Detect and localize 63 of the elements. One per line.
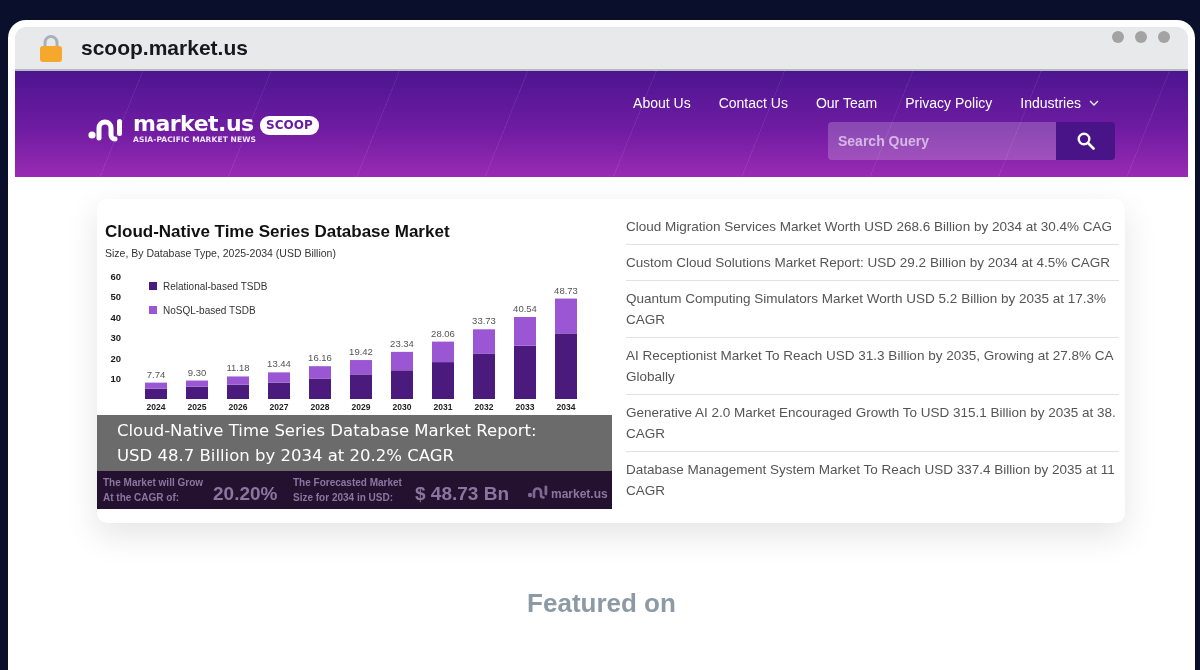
nav-dropdown[interactable]: Industries xyxy=(1020,92,1099,113)
y-tick-label: 10 xyxy=(110,373,121,384)
nav-link[interactable]: Our Team xyxy=(815,92,878,113)
footer-label: The Forecasted Market xyxy=(293,477,402,488)
bar-value-label: 7.74 xyxy=(146,368,166,380)
y-tick-label: 50 xyxy=(110,291,121,302)
post-link[interactable]: AI Receptionist Market To Reach USD 31.3 Billion by 2035, Growing at 27.8% CA Globally xyxy=(626,345,1119,387)
bar-value-label: 48.73 xyxy=(554,284,578,296)
lock-icon xyxy=(39,34,63,62)
chart-title: Cloud-Native Time Series Database Market xyxy=(105,222,450,241)
footer-label: Size for 2034 in USD: xyxy=(293,492,394,503)
x-tick-label: 2031 xyxy=(433,402,453,412)
y-tick-label: 40 xyxy=(110,311,121,323)
window-control-icon[interactable] xyxy=(1135,31,1147,43)
url-text: scoop.market.us xyxy=(81,36,248,60)
y-tick-label: 60 xyxy=(110,270,121,282)
x-tick-label: 2033 xyxy=(515,402,535,412)
nav-link[interactable]: About Us xyxy=(633,92,691,113)
legend-label: NoSQL-based TSDB xyxy=(163,305,256,316)
footer-value: $ 48.73 Bn xyxy=(415,483,509,504)
legend-label: Relational-based TSDB xyxy=(163,281,268,292)
x-tick-label: 2024 xyxy=(146,402,166,412)
bar-value-label: 28.06 xyxy=(431,327,455,339)
scoop-badge: SCOOP xyxy=(260,115,319,135)
chevron-down-icon xyxy=(1089,99,1099,106)
search-icon xyxy=(1076,131,1095,150)
x-tick-label: 2028 xyxy=(310,402,330,412)
post-link[interactable]: Custom Cloud Solutions Market Report: USD 29.2 Billion by 2034 at 4.5% CAGR xyxy=(626,252,1119,273)
featured-article-title[interactable]: Cloud-Native Time Series Database Market Report: USD 48.7 Billion by 2034 at 20.2% CAGR xyxy=(117,418,577,468)
bar-value-label: 16.16 xyxy=(308,352,332,364)
bar-value-label: 23.34 xyxy=(390,337,414,349)
chart-subtitle: Size, By Database Type, 2025-2034 (USD Billion) xyxy=(105,247,336,259)
footer-value: 20.20% xyxy=(213,483,278,504)
nav-link[interactable]: Privacy Policy xyxy=(905,92,993,113)
footer-label: The Market will Grow xyxy=(103,477,204,488)
y-tick-label: 20 xyxy=(110,352,121,364)
post-link[interactable]: Quantum Computing Simulators Market Worth USD 5.2 Billion by 2035 at 17.3% CAGR xyxy=(626,288,1119,330)
bar-value-label: 13.44 xyxy=(267,358,291,370)
x-tick-label: 2032 xyxy=(474,402,494,412)
brand-logo-icon xyxy=(527,485,548,499)
window-control-icon[interactable] xyxy=(1158,31,1170,43)
window-control-icon[interactable] xyxy=(1112,31,1124,43)
bar-value-label: 11.18 xyxy=(226,362,250,374)
post-link[interactable]: Database Management System Market To Reach USD 337.4 Billion by 2035 at 11 CAGR xyxy=(626,459,1119,501)
footer-label: At the CAGR of: xyxy=(103,492,180,503)
bar-value-label: 33.73 xyxy=(472,315,496,327)
post-link[interactable]: Generative AI 2.0 Market Encouraged Growth To USD 315.1 Billion by 2035 at 38. CAGR xyxy=(626,402,1119,444)
post-link[interactable]: Cloud Migration Services Market Worth USD 268.6 Billion by 2034 at 30.4% CAG xyxy=(626,216,1119,237)
x-tick-label: 2026 xyxy=(228,402,248,412)
logo-wordmark: market.us xyxy=(133,112,255,135)
x-tick-label: 2025 xyxy=(187,402,207,412)
featured-on-heading: Featured on xyxy=(527,587,676,619)
bar-value-label: 19.42 xyxy=(349,346,373,358)
search-button[interactable] xyxy=(1056,121,1115,160)
bar-value-label: 40.54 xyxy=(513,303,537,314)
y-tick-label: 30 xyxy=(110,332,121,343)
x-tick-label: 2030 xyxy=(392,402,412,412)
x-tick-label: 2029 xyxy=(351,402,371,412)
footer-brand: market.us xyxy=(551,487,608,501)
bar-value-label: 9.30 xyxy=(187,366,207,378)
nav-link[interactable]: Contact Us xyxy=(718,92,788,113)
x-tick-label: 2034 xyxy=(556,402,576,412)
x-tick-label: 2027 xyxy=(269,402,289,412)
